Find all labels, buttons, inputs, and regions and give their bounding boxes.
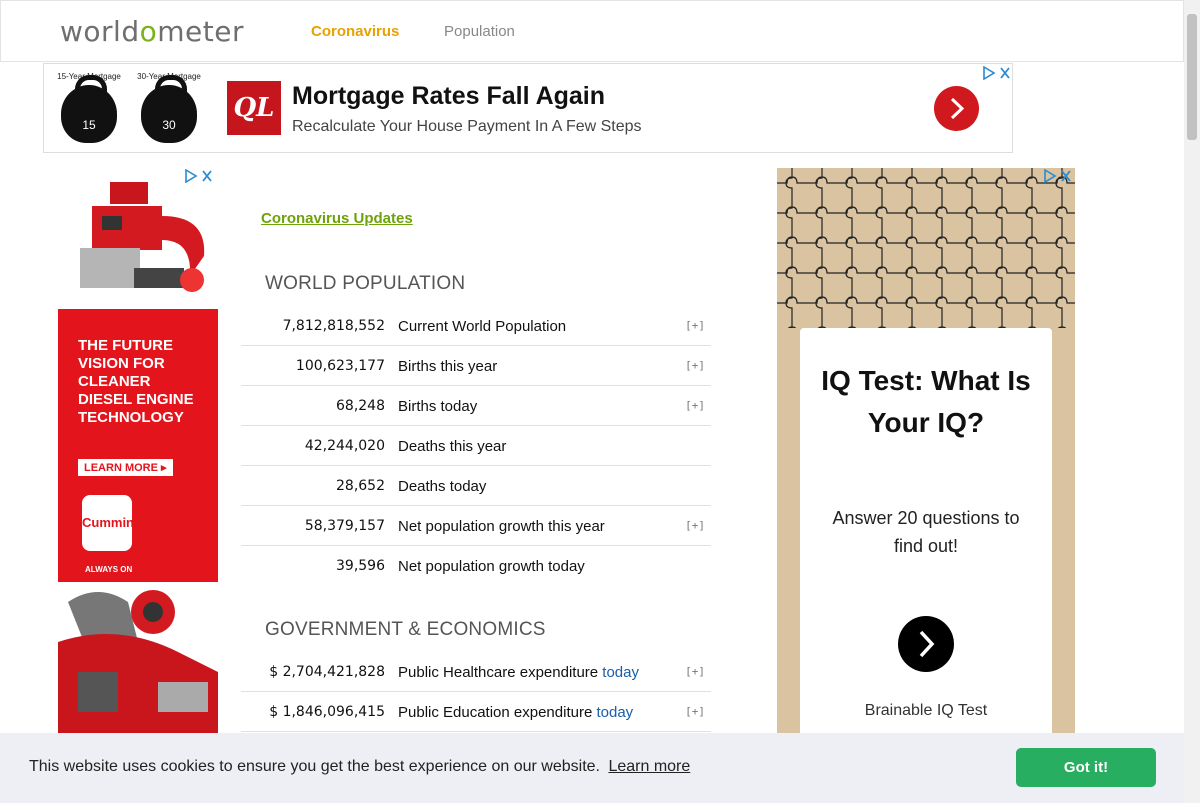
kettlebell-15: 15-Year Mortgage 15 (54, 72, 124, 143)
adchoices-close-icon (185, 168, 212, 184)
counter-label: Deaths today (398, 478, 487, 495)
top-banner-ad[interactable]: 15-Year Mortgage 15 30-Year Mortgage 30 … (43, 63, 1013, 153)
table-row: 28,652 Deaths today (241, 466, 711, 506)
cookie-accept-button[interactable]: Got it! (1016, 748, 1156, 787)
counter-value: 58,379,157 (304, 518, 385, 534)
counter-label: Deaths this year (398, 438, 507, 455)
expand-toggle[interactable]: [+] (685, 519, 705, 532)
kettlebell-30: 30-Year Mortgage 30 (134, 72, 204, 143)
scrollbar-thumb[interactable] (1187, 14, 1197, 140)
counter-value: 39,596 (336, 558, 385, 574)
left-sidebar-ad[interactable]: THE FUTURE VISION FOR CLEANER DIESEL ENG… (58, 168, 218, 733)
counter-label: Current World Population (398, 318, 567, 335)
cummins-ad-headline: THE FUTURE VISION FOR CLEANER DIESEL ENG… (78, 337, 194, 426)
cookie-message-text: This website uses cookies to ensure you … (29, 758, 600, 775)
iq-brand: Brainable IQ Test (864, 702, 988, 719)
table-row: $ 1,846,096,415 Public Education expendi… (241, 692, 711, 732)
table-row: 58,379,157 Net population growth this ye… (241, 506, 711, 546)
adchoices-close-icon (983, 65, 1010, 81)
adchoices-close-icon (1044, 168, 1071, 184)
logo-text: meter (157, 15, 244, 48)
learn-more-button[interactable]: LEARN MORE ▸ (78, 459, 173, 476)
iq-go-button[interactable] (898, 616, 954, 672)
cummins-logo: Cummins (82, 495, 141, 551)
today-link[interactable]: today (602, 664, 639, 681)
adchoices-icon[interactable] (1043, 168, 1073, 184)
kettlebell-number: 30 (162, 118, 176, 132)
kettlebell-icon: 15 (61, 75, 117, 143)
banner-subline[interactable]: Recalculate Your House Payment In A Few … (292, 118, 642, 136)
table-row: 7,812,818,552 Current World Population [… (241, 306, 711, 346)
chevron-right-icon (950, 97, 965, 120)
counter-value: 7,812,818,552 (282, 318, 385, 334)
banner-go-button[interactable] (934, 86, 979, 131)
table-row: $ 2,704,421,828 Public Healthcare expend… (241, 652, 711, 692)
table-row: 100,623,177 Births this year [+] (241, 346, 711, 386)
expand-toggle[interactable]: [+] (685, 665, 705, 678)
today-link[interactable]: today (596, 704, 633, 721)
chevron-right-icon (919, 630, 935, 658)
counter-label: Public Education expenditure today (398, 704, 633, 721)
counter-label: Births today (398, 398, 478, 415)
cummins-tagline: ALWAYS ON (85, 565, 133, 574)
engine-image (80, 182, 205, 292)
counter-label: Net population growth today (398, 558, 585, 575)
top-navbar: worldometer Coronavirus Population (0, 0, 1184, 62)
iq-headline: IQ Test: What Is Your IQ? (821, 365, 1031, 438)
adchoices-icon[interactable] (184, 168, 214, 184)
counter-label: Births this year (398, 358, 498, 375)
banner-headline[interactable]: Mortgage Rates Fall Again (292, 82, 605, 111)
iq-subline: Answer 20 questions to find out! (832, 508, 1020, 556)
page-scrollbar[interactable] (1184, 0, 1200, 803)
cookie-banner: This website uses cookies to ensure you … (0, 733, 1184, 803)
logo-text: w (60, 15, 84, 48)
counter-value: $ 1,846,096,415 (269, 704, 385, 720)
right-sidebar-ad[interactable]: IQ Test: What Is Your IQ? Answer 20 ques… (777, 168, 1075, 733)
table-row: 42,244,020 Deaths this year (241, 426, 711, 466)
logo-text-o: o (139, 15, 158, 48)
logo-text: orld (83, 15, 140, 48)
counter-label: Public Healthcare expenditure today (398, 664, 639, 681)
section-title-world-population: WORLD POPULATION (265, 273, 466, 294)
expand-toggle[interactable]: [+] (685, 359, 705, 372)
counter-value: $ 2,704,421,828 (269, 664, 385, 680)
cookie-message: This website uses cookies to ensure you … (29, 758, 690, 776)
worldometer-logo[interactable]: worldometer (60, 15, 244, 48)
table-row: 68,248 Births today [+] (241, 386, 711, 426)
coronavirus-updates-link[interactable]: Coronavirus Updates (261, 210, 413, 227)
engine-image (58, 582, 218, 733)
kettlebell-icon: 30 (141, 75, 197, 143)
puzzle-pattern-image (777, 168, 1075, 328)
counter-label: Net population growth this year (398, 518, 605, 535)
adchoices-icon[interactable] (982, 65, 1012, 81)
ql-logo: QL (227, 81, 281, 135)
counter-value: 68,248 (336, 398, 385, 414)
counter-value: 42,244,020 (304, 438, 385, 454)
section-title-government: GOVERNMENT & ECONOMICS (265, 619, 546, 640)
expand-toggle[interactable]: [+] (685, 705, 705, 718)
kettlebell-number: 15 (82, 118, 96, 132)
counter-label-text: Public Education expenditure (398, 704, 593, 721)
expand-toggle[interactable]: [+] (685, 319, 705, 332)
learn-more-link[interactable]: Learn more (608, 758, 690, 775)
counter-value: 100,623,177 (295, 358, 385, 374)
counter-value: 28,652 (336, 478, 385, 494)
nav-coronavirus[interactable]: Coronavirus (311, 23, 399, 40)
iq-test-card[interactable]: IQ Test: What Is Your IQ? Answer 20 ques… (800, 328, 1052, 733)
counter-label-text: Public Healthcare expenditure (398, 664, 599, 681)
nav-population[interactable]: Population (444, 23, 515, 40)
expand-toggle[interactable]: [+] (685, 399, 705, 412)
table-row: 39,596 Net population growth today (241, 546, 711, 586)
cummins-ad[interactable]: THE FUTURE VISION FOR CLEANER DIESEL ENG… (58, 309, 218, 582)
